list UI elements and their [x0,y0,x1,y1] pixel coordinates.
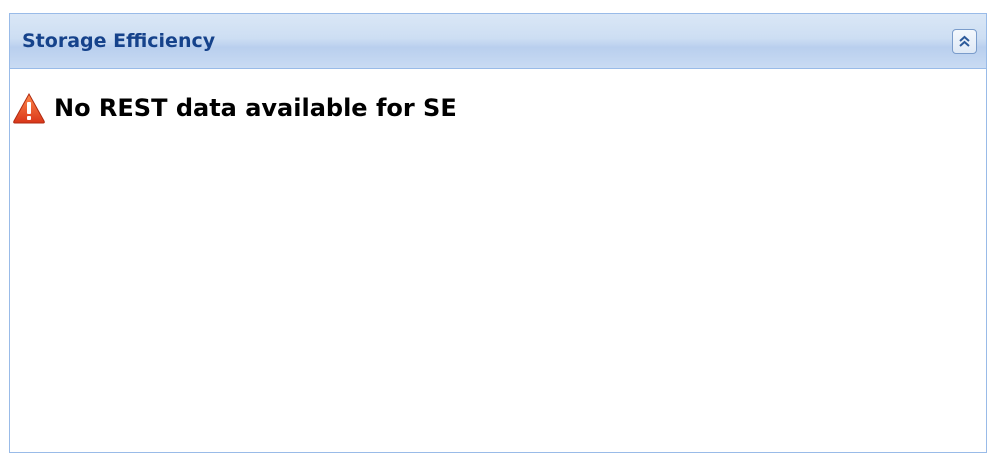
error-message: No REST data available for SE [12,92,457,124]
warning-icon [13,92,45,124]
storage-efficiency-panel: Storage Efficiency No REST data availabl… [9,13,987,453]
double-chevron-up-icon [959,35,970,47]
collapse-button[interactable] [952,29,977,54]
message-text: No REST data available for SE [54,94,457,122]
panel-body: No REST data available for SE [10,69,986,453]
panel-header: Storage Efficiency [10,14,986,69]
panel-title: Storage Efficiency [22,30,216,52]
